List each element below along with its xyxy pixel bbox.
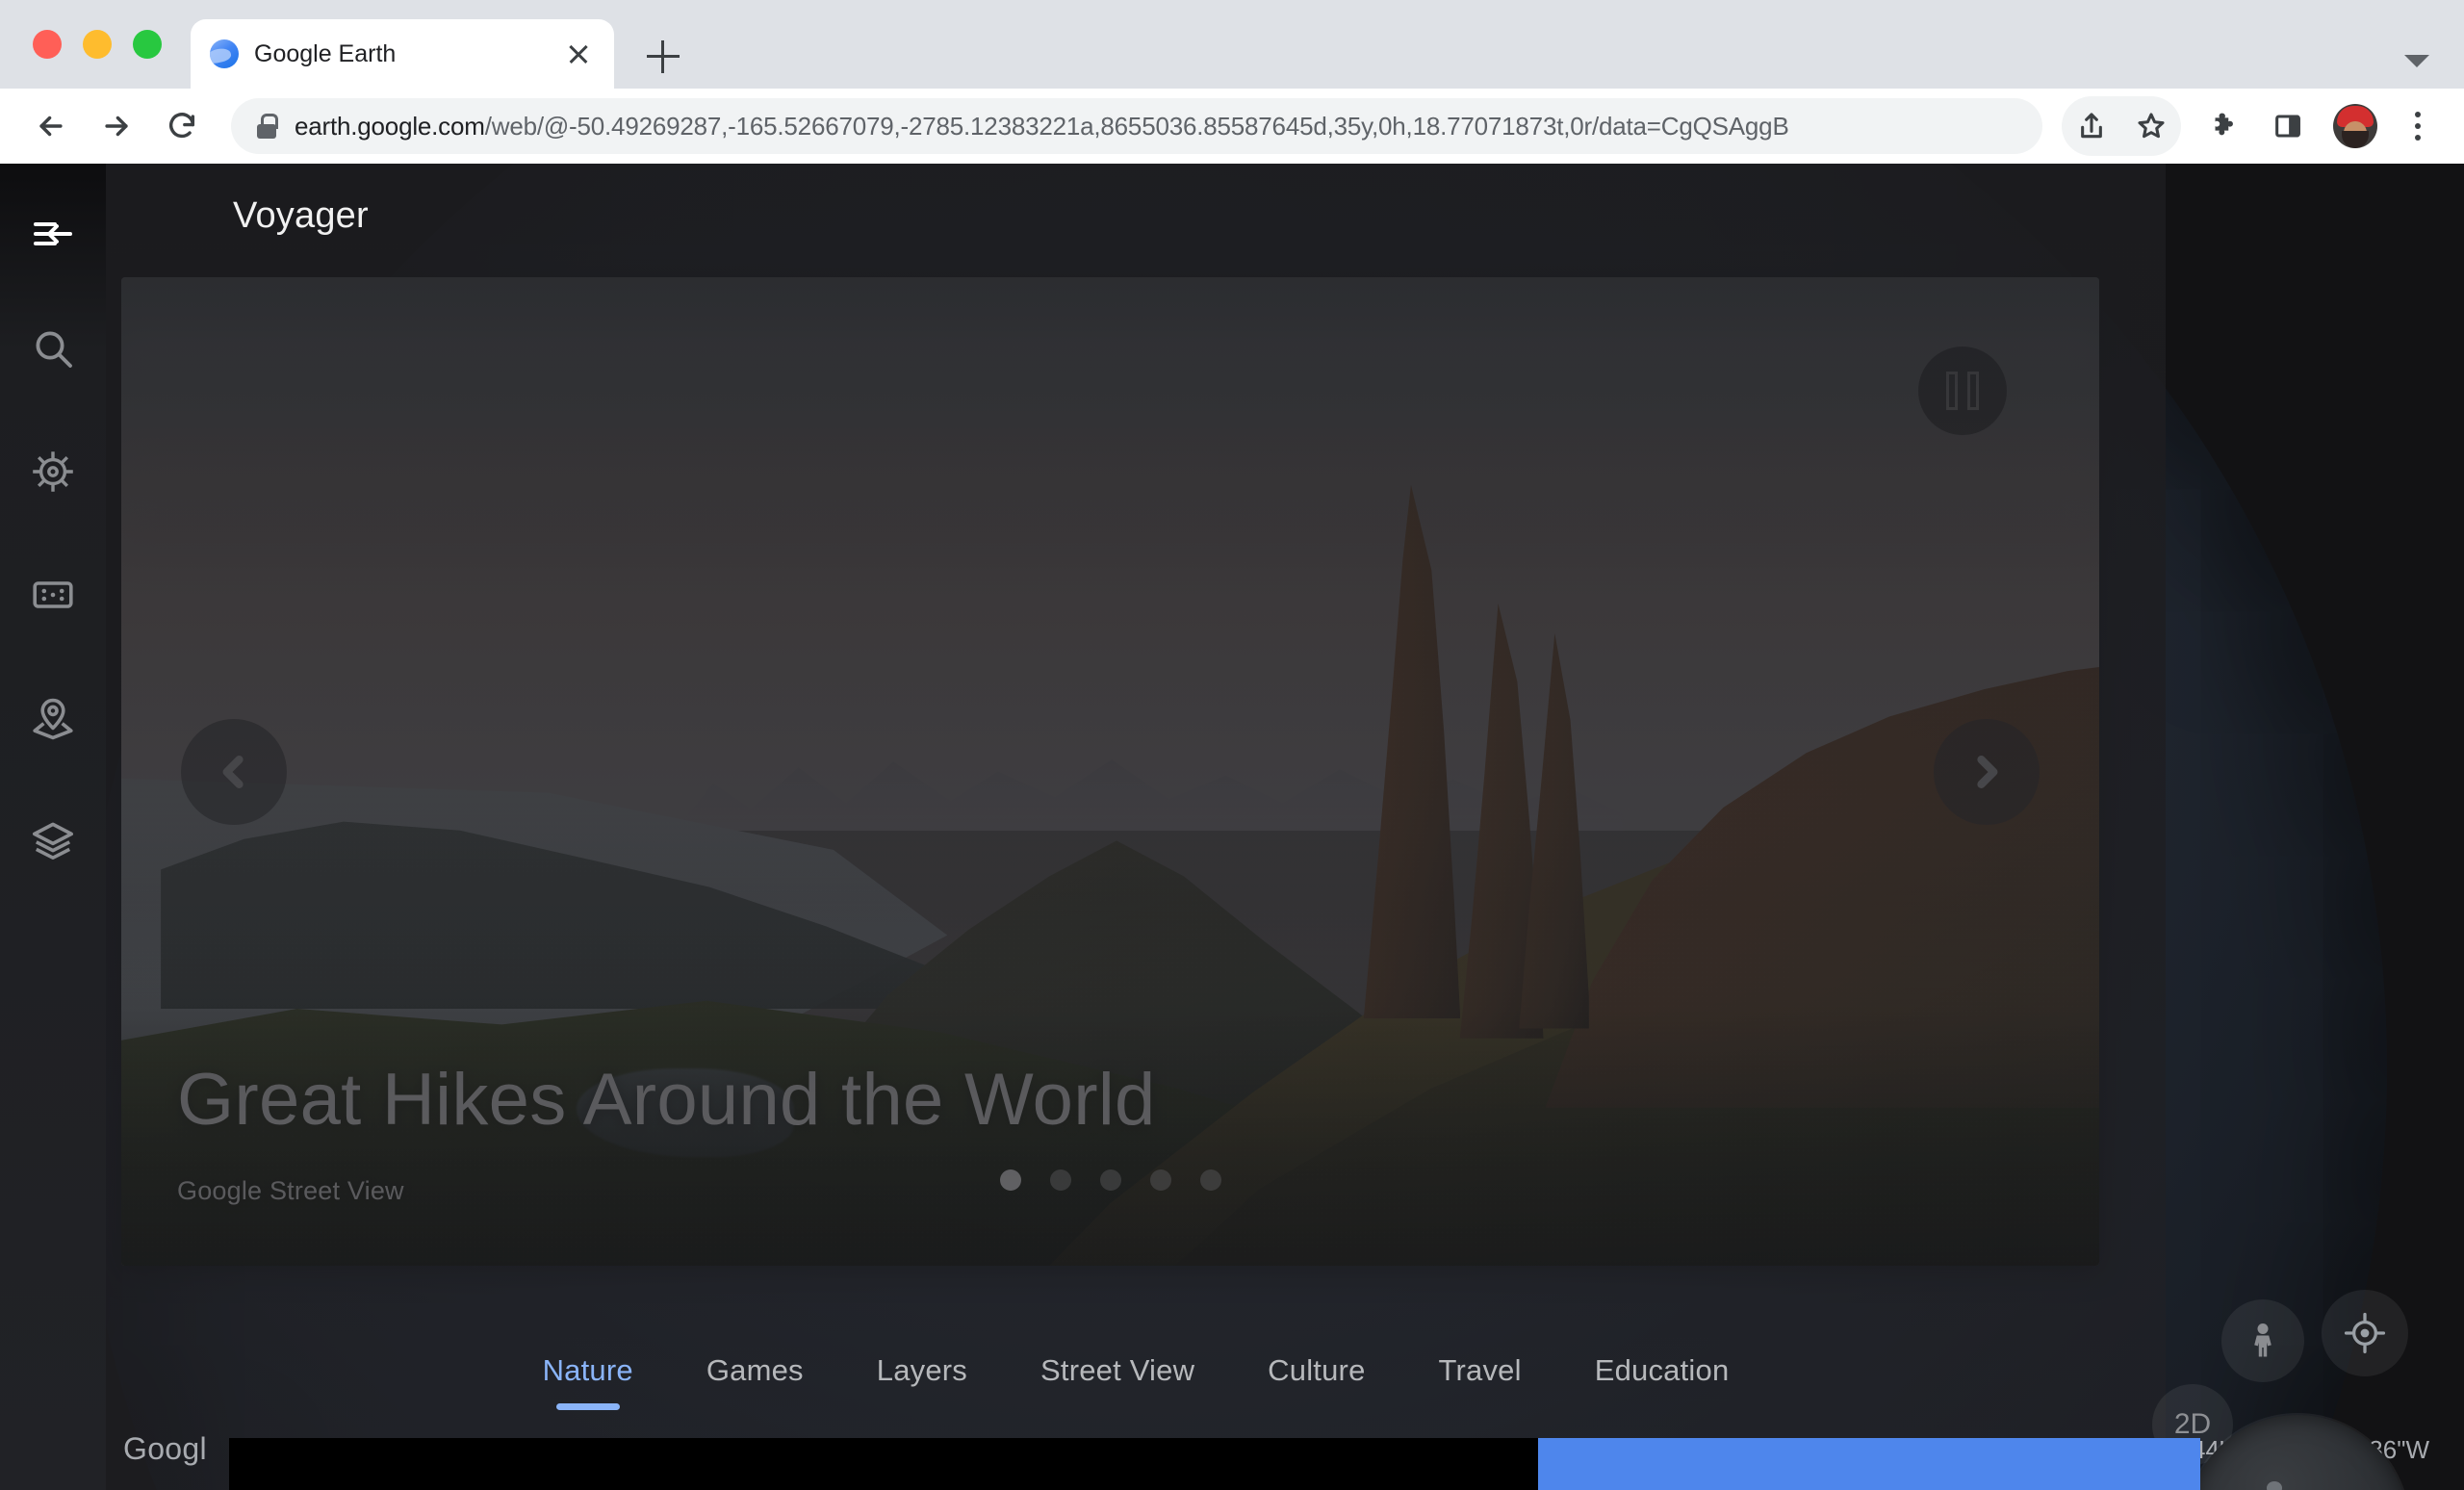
category-tab-bar: Nature Games Layers Street View Culture … [106,1299,2166,1442]
map-pin-icon[interactable] [0,656,106,780]
panel-header: Voyager [106,164,2166,268]
side-panel-icon[interactable] [2258,96,2318,156]
browser-tab[interactable]: Google Earth [191,19,614,89]
tab-label: Street View [1040,1353,1195,1387]
share-icon[interactable] [2062,96,2121,156]
share-bookmark-group [2062,96,2181,156]
url-text: earth.google.com/web/@-50.49269287,-165.… [295,112,2025,141]
tab-label: Nature [542,1353,633,1387]
bottom-blue-overlay [1538,1438,2200,1490]
tab-layers[interactable]: Layers [840,1318,1004,1424]
browser-window: Google Earth earth.google.com/web/@-50.4… [0,0,2464,1490]
tab-nature[interactable]: Nature [506,1318,670,1424]
2d-label: 2D [2173,1408,2212,1440]
window-traffic-lights [23,0,191,89]
maximize-window-button[interactable] [133,30,162,59]
google-logo-credit: Googl [123,1431,207,1466]
layers-icon[interactable] [0,780,106,903]
lock-icon [256,114,278,139]
google-earth-icon [210,39,239,68]
tab-label: Culture [1268,1353,1366,1387]
tab-label: Education [1594,1353,1730,1387]
avatar[interactable] [2333,104,2377,148]
star-icon[interactable] [2121,96,2181,156]
reload-icon[interactable] [152,96,212,156]
voyager-panel: Voyager [106,164,2166,1490]
bottom-black-overlay [229,1438,1538,1490]
page-title: Voyager [233,194,369,236]
tab-title: Google Earth [254,39,397,67]
google-earth-app: Voyager Nature Games Layers Street View … [0,164,2464,1490]
url-path: /web/@-50.49269287,-165.52667079,-2785.1… [484,111,1789,141]
active-tab-underline [555,1403,620,1410]
new-tab-button[interactable] [631,25,695,89]
tab-culture[interactable]: Culture [1231,1318,1401,1424]
ships-wheel-icon[interactable] [0,410,106,533]
pegman-icon[interactable] [2221,1299,2304,1382]
left-icon-rail [0,164,106,1490]
close-window-button[interactable] [33,30,62,59]
address-bar[interactable]: earth.google.com/web/@-50.49269287,-165.… [231,98,2042,154]
tab-street-view[interactable]: Street View [1004,1318,1231,1424]
hamburger-back-arrow-icon[interactable] [0,181,106,287]
chevron-down-icon[interactable] [2404,55,2429,67]
forward-arrow-icon[interactable] [87,96,146,156]
tab-travel[interactable]: Travel [1402,1318,1558,1424]
dice-icon[interactable] [0,533,106,656]
minimize-window-button[interactable] [83,30,112,59]
tab-education[interactable]: Education [1558,1318,1766,1424]
three-dot-menu-icon[interactable] [2393,96,2443,156]
toolbar-icons [2062,96,2443,156]
tab-label: Travel [1438,1353,1522,1387]
close-icon[interactable] [562,38,595,70]
browser-toolbar: earth.google.com/web/@-50.49269287,-165.… [0,89,2464,164]
tab-label: Layers [876,1353,968,1387]
back-arrow-icon[interactable] [21,96,81,156]
avatar-beard [2342,131,2369,148]
url-domain: earth.google.com [295,111,485,141]
puzzle-icon[interactable] [2194,96,2254,156]
search-icon[interactable] [0,287,106,410]
tab-strip: Google Earth [0,0,2464,89]
tab-games[interactable]: Games [670,1318,840,1424]
my-location-icon[interactable] [2322,1290,2408,1376]
tab-label: Games [706,1353,804,1387]
